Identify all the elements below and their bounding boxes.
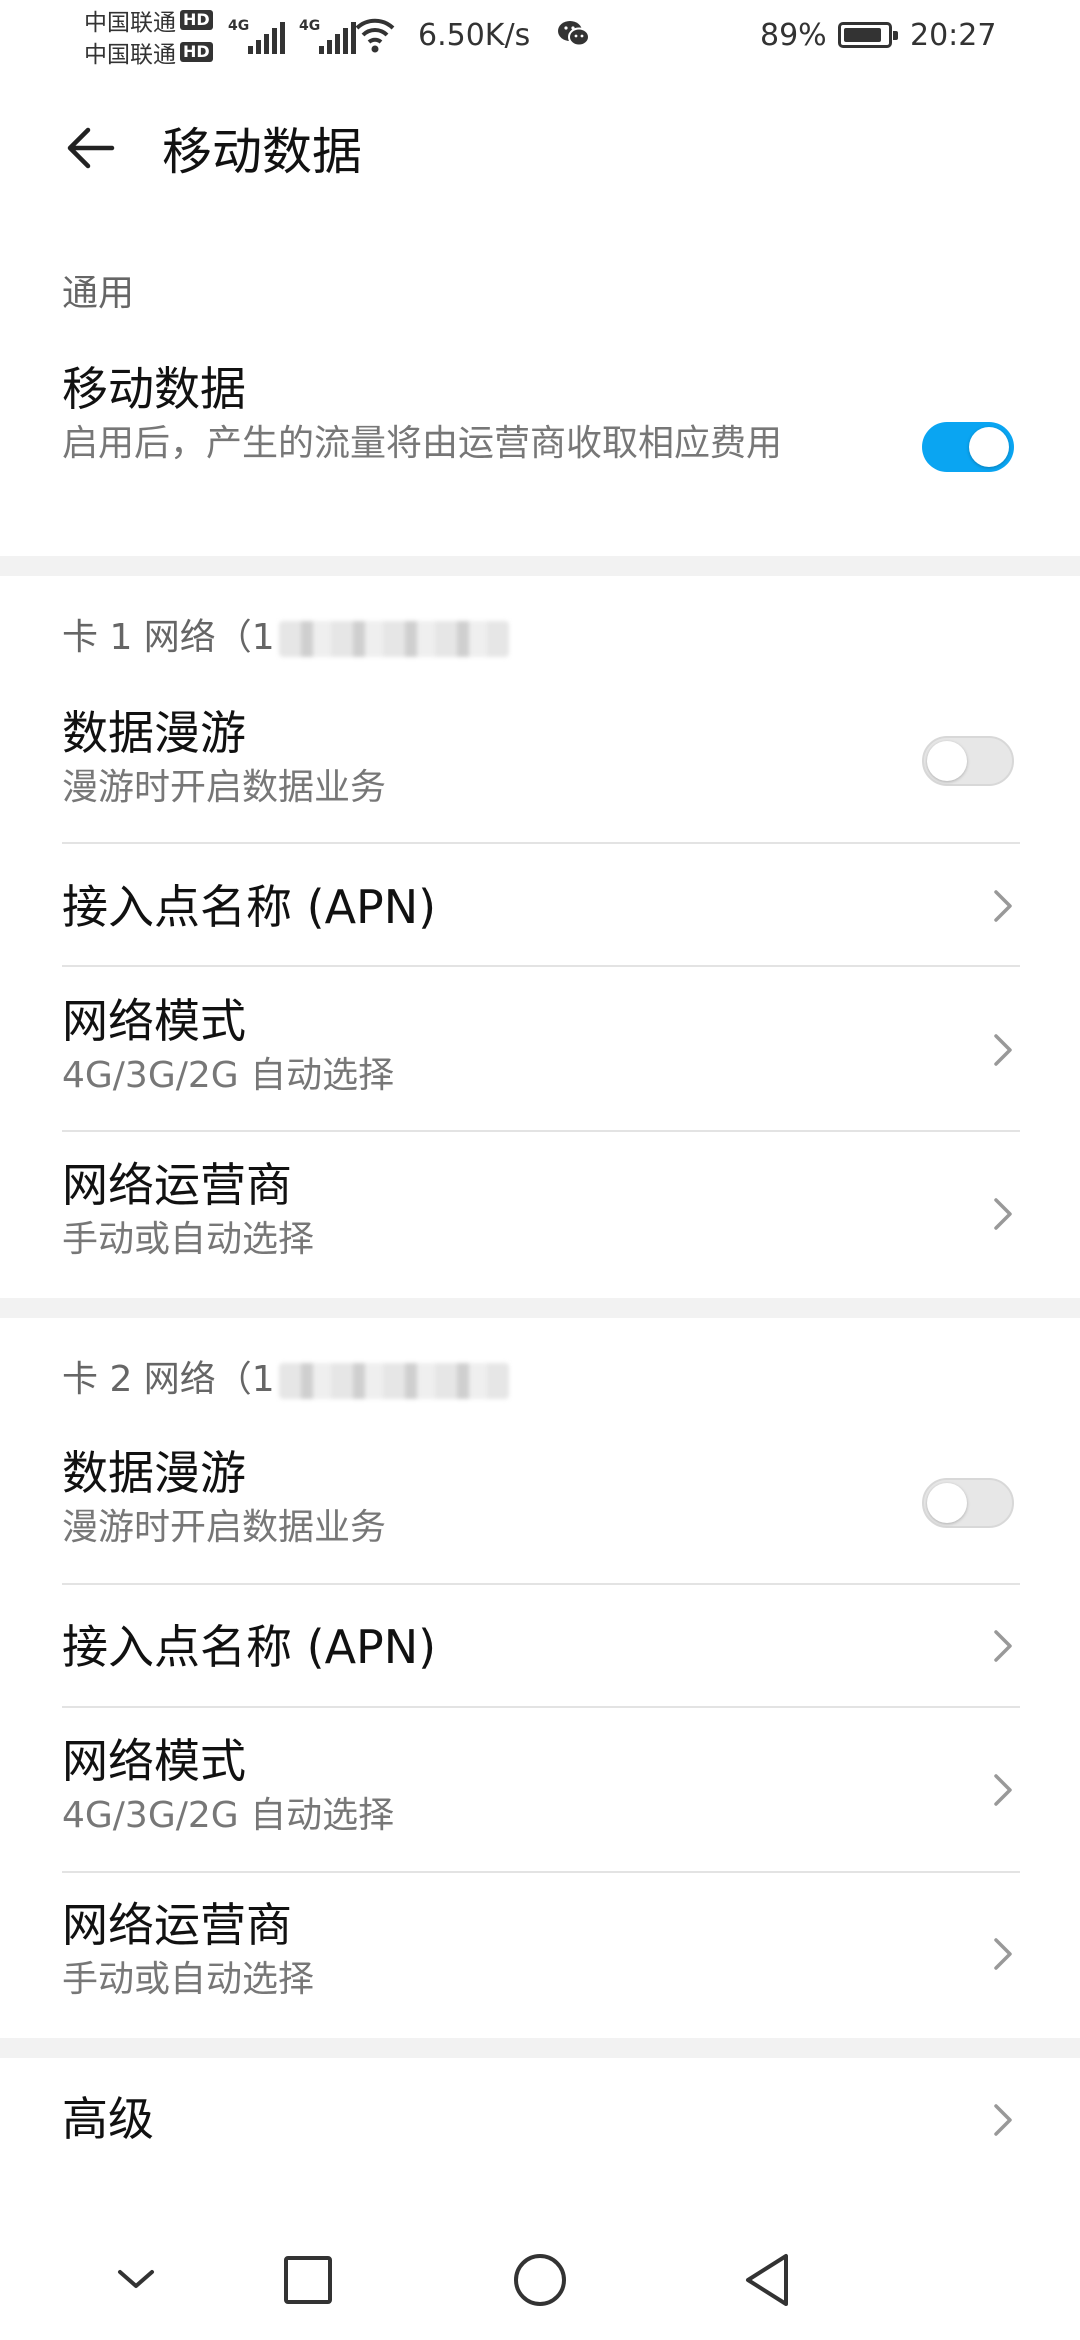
sim1-mode-title: 网络模式 — [62, 994, 246, 1048]
sim1-operator-title: 网络运营商 — [62, 1158, 292, 1212]
nav-recents-button[interactable] — [268, 2240, 348, 2320]
sim1-network-mode-item[interactable]: 网络模式 4G/3G/2G 自动选择 — [62, 992, 1020, 1102]
nav-home-icon — [514, 2254, 566, 2306]
section-label-sim1: 卡 1 网络（1 — [62, 608, 509, 660]
sim2-operator-desc: 手动或自动选择 — [62, 1959, 315, 2000]
sim2-mode-title: 网络模式 — [62, 1734, 246, 1788]
carrier-info: 中国联通 HD 中国联通 HD — [84, 4, 224, 68]
hd-badge-2: HD — [180, 42, 213, 62]
toggle-knob — [927, 741, 967, 781]
sim2-header-text: 卡 2 网络（1 — [62, 1359, 275, 1400]
sim2-operator-item[interactable]: 网络运营商 手动或自动选择 — [62, 1896, 1020, 2006]
back-button[interactable] — [60, 118, 120, 178]
section-gap — [0, 1298, 1080, 1318]
status-bar: 中国联通 HD 中国联通 HD 4G 4G 6.50K/s 89% 20:27 — [0, 0, 1080, 72]
divider — [62, 1583, 1020, 1585]
chevron-right-icon — [994, 890, 1012, 922]
redacted-number — [278, 1363, 509, 1399]
battery-percentage: 89% — [760, 18, 827, 53]
chevron-right-icon — [994, 1938, 1012, 1970]
hd-badge-1: HD — [180, 10, 213, 30]
sim1-header-text: 卡 1 网络（1 — [62, 617, 275, 658]
sim1-operator-item[interactable]: 网络运营商 手动或自动选择 — [62, 1156, 1020, 1266]
sim1-apn-title: 接入点名称 (APN) — [62, 880, 437, 934]
carrier-1-label: 中国联通 — [84, 10, 176, 36]
network-type-2: 4G — [299, 18, 321, 34]
toggle-knob — [969, 427, 1009, 467]
sim2-roaming-title: 数据漫游 — [62, 1446, 246, 1500]
sim2-operator-title: 网络运营商 — [62, 1898, 292, 1952]
battery-icon — [838, 22, 898, 48]
sim1-operator-desc: 手动或自动选择 — [62, 1219, 315, 1260]
chevron-right-icon — [994, 1774, 1012, 1806]
app-bar: 移动数据 — [0, 90, 1080, 200]
redacted-number — [278, 621, 509, 657]
sim2-roaming-item[interactable]: 数据漫游 漫游时开启数据业务 — [62, 1444, 1020, 1554]
network-speed: 6.50K/s — [418, 18, 531, 53]
chevron-right-icon — [994, 1198, 1012, 1230]
nav-collapse-icon — [118, 2270, 154, 2288]
sim1-roaming-item[interactable]: 数据漫游 漫游时开启数据业务 — [62, 704, 1020, 814]
chevron-right-icon — [994, 2104, 1012, 2136]
divider — [62, 1706, 1020, 1708]
sim1-roaming-desc: 漫游时开启数据业务 — [62, 767, 387, 808]
divider — [62, 1871, 1020, 1873]
section-label-general: 通用 — [62, 273, 135, 314]
chevron-right-icon — [994, 1034, 1012, 1066]
sim1-apn-item[interactable]: 接入点名称 (APN) — [62, 878, 1020, 936]
section-gap — [0, 2038, 1080, 2058]
nav-collapse-button[interactable] — [96, 2240, 176, 2320]
sim2-apn-item[interactable]: 接入点名称 (APN) — [62, 1618, 1020, 1676]
navigation-bar — [0, 2220, 1080, 2340]
sim2-mode-desc: 4G/3G/2G 自动选择 — [62, 1795, 395, 1836]
section-label-sim2: 卡 2 网络（1 — [62, 1350, 509, 1402]
page-title: 移动数据 — [162, 123, 362, 181]
advanced-item[interactable]: 高级 — [62, 2090, 1020, 2148]
sim2-roaming-toggle[interactable] — [922, 1478, 1014, 1528]
clock: 20:27 — [910, 18, 997, 53]
sim1-roaming-toggle[interactable] — [922, 736, 1014, 786]
mobile-data-desc: 启用后，产生的流量将由运营商收取相应费用 — [62, 423, 783, 464]
signal-indicators: 4G 4G — [228, 14, 356, 54]
divider — [62, 1130, 1020, 1132]
chevron-right-icon — [994, 1630, 1012, 1662]
mobile-data-toggle[interactable] — [922, 422, 1014, 472]
sim2-network-mode-item[interactable]: 网络模式 4G/3G/2G 自动选择 — [62, 1732, 1020, 1842]
mobile-data-title: 移动数据 — [62, 362, 246, 416]
mobile-data-item[interactable]: 移动数据 启用后，产生的流量将由运营商收取相应费用 — [62, 360, 862, 470]
network-type-1: 4G — [228, 18, 250, 34]
sim2-roaming-desc: 漫游时开启数据业务 — [62, 1507, 387, 1548]
wechat-icon — [556, 18, 592, 54]
toggle-knob — [927, 1483, 967, 1523]
back-arrow-icon — [67, 127, 115, 169]
signal-2-icon: 4G — [299, 18, 356, 54]
carrier-2-label: 中国联通 — [84, 42, 176, 68]
wifi-icon — [354, 16, 396, 58]
signal-1-icon: 4G — [228, 18, 285, 54]
nav-recents-icon — [284, 2256, 332, 2304]
divider — [62, 842, 1020, 844]
sim1-mode-desc: 4G/3G/2G 自动选择 — [62, 1055, 395, 1096]
section-gap — [0, 556, 1080, 576]
sim1-roaming-title: 数据漫游 — [62, 706, 246, 760]
divider — [62, 965, 1020, 967]
advanced-title: 高级 — [62, 2092, 154, 2146]
nav-back-button[interactable] — [728, 2240, 808, 2320]
nav-back-icon — [746, 2254, 788, 2306]
nav-home-button[interactable] — [500, 2240, 580, 2320]
sim2-apn-title: 接入点名称 (APN) — [62, 1620, 437, 1674]
